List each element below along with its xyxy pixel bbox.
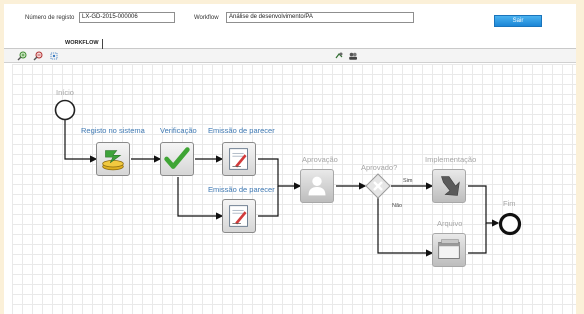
verificacao-label: Verificação xyxy=(160,126,197,135)
end-label: Fim xyxy=(503,199,516,208)
task-verificacao[interactable] xyxy=(160,142,194,176)
edge-decisao-arquivo xyxy=(377,198,434,257)
edge-emissao1-aprovacao xyxy=(258,158,302,190)
connectors xyxy=(64,118,500,257)
branch-sim-label: Sim xyxy=(403,178,413,184)
end-event[interactable] xyxy=(498,212,522,236)
task-implementacao[interactable] xyxy=(432,169,466,203)
register-stack-icon xyxy=(102,150,124,171)
archive-window-icon xyxy=(438,239,460,259)
task-arquivo[interactable] xyxy=(432,233,466,267)
gateway-aprovado[interactable] xyxy=(365,173,391,199)
task-registo[interactable] xyxy=(96,142,130,176)
task-emissao1[interactable] xyxy=(222,142,256,176)
task-emissao2[interactable] xyxy=(222,199,256,233)
emissao1-label: Emissão de parecer xyxy=(208,126,275,135)
user-icon xyxy=(308,176,326,196)
arquivo-label: Arquivo xyxy=(437,219,463,228)
emissao2-label: Emissão de parecer xyxy=(208,185,275,194)
branch-nao-label: Não xyxy=(392,203,403,209)
document-pen-icon xyxy=(229,205,248,227)
down-arrow-icon xyxy=(441,176,460,196)
checkmark-icon xyxy=(164,147,190,169)
edge-verificacao-emissao2 xyxy=(177,177,224,220)
edge-implementacao-fim xyxy=(468,185,500,227)
implementacao-label: Implementação xyxy=(425,155,477,164)
document-pen-icon xyxy=(229,148,248,170)
start-event[interactable] xyxy=(54,99,76,121)
registo-label: Registo no sistema xyxy=(81,126,145,135)
aprovado-label: Aprovado? xyxy=(361,163,398,172)
start-label: Início xyxy=(56,88,74,97)
task-aprovacao[interactable] xyxy=(300,169,334,203)
edge-start-registo xyxy=(64,118,98,163)
edge-arquivo-fim xyxy=(468,223,487,254)
aprovacao-label: Aprovação xyxy=(302,155,338,164)
